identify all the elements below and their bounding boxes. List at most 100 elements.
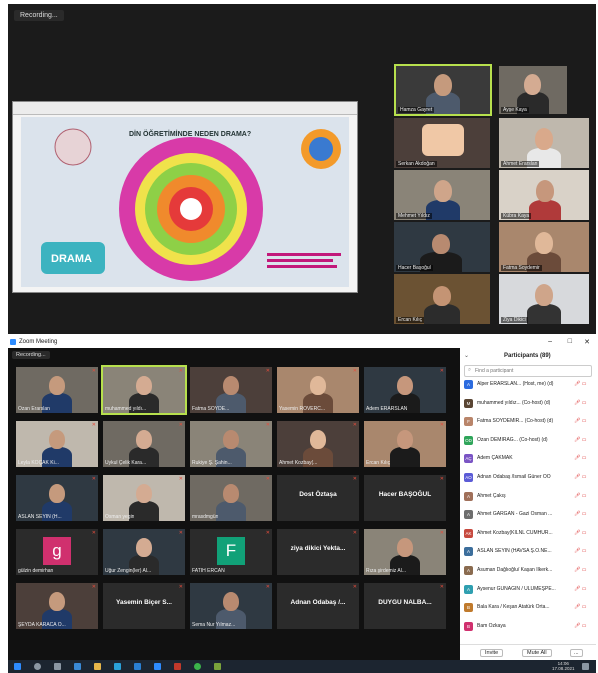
participant-list-item[interactable]: A Ahmet GARGAN - Gazi Osman ... 🎤︎ ▭ [464, 508, 592, 521]
participant-name: Ercan Kılıç [396, 317, 425, 323]
participant-tile[interactable]: Uğur Zengin(ler) Al... ✕ [103, 529, 185, 575]
zoom-app-icon[interactable] [154, 663, 161, 670]
windows-taskbar: 14:06 17.08.2021 [8, 660, 596, 673]
participant-list-item[interactable]: A Aysenur GÜNAĞIN / ULUMEŞPE... 🎤︎ ▭ [464, 583, 592, 596]
participant-tile[interactable]: muhammed yıldı... ✕ [101, 365, 187, 415]
participant-list-item[interactable]: B Bala Kara / Keşan Atatürk Orta... 🎤︎ ▭ [464, 601, 592, 614]
participant-list-item[interactable]: Mmuhammed yıldız... (Co-host) (d) 🎤︎ ▭ [464, 397, 592, 410]
participant-tile[interactable]: Ahmet Erarslan [499, 118, 589, 168]
participant-tile[interactable]: F FATİH ERCAN ✕ [190, 529, 272, 575]
participant-name: muhammed yıldı... [105, 406, 147, 412]
participant-tile[interactable]: Kübra Kaya [499, 170, 589, 220]
participant-tile[interactable]: Ayşe Kaya [499, 66, 567, 114]
participant-list-item[interactable]: AÇ Adem ÇAKMAK 🎤︎ ▭ [464, 452, 592, 465]
minimize-icon[interactable]: – [548, 338, 552, 345]
participant-tile[interactable]: g gülzin demirhan ✕ [16, 529, 98, 575]
muted-mic-icon: ✕ [178, 368, 183, 374]
muted-mic-camera-icon: 🎤︎ ▭ [574, 529, 587, 536]
participant-search[interactable]: ⌕ [464, 365, 592, 377]
participant-list-item[interactable]: B Bam Özkaya 🎤︎ ▭ [464, 620, 592, 633]
participant-tile[interactable]: ŞEYDA KARACA Ö... ✕ [16, 583, 98, 629]
mail-icon[interactable] [134, 663, 141, 670]
notifications-icon[interactable] [582, 663, 589, 670]
invite-button[interactable]: Invite [480, 649, 504, 657]
participant-avatar: A [464, 547, 473, 557]
participant-tile[interactable]: Dost Öztaşa ✕ [277, 475, 359, 521]
participant-tile[interactable]: Ahmet Kozbay(... ✕ [277, 421, 359, 467]
muted-mic-icon: ✕ [439, 422, 444, 428]
participant-tile[interactable]: Adnan Odabaş /... ✕ [277, 583, 359, 629]
maximize-icon[interactable]: □ [568, 338, 572, 345]
muted-mic-camera-icon: 🎤︎ ▭ [574, 585, 587, 592]
muted-mic-icon: ✕ [439, 476, 444, 482]
participant-search-input[interactable] [475, 366, 585, 375]
participant-tile[interactable]: Hacer Başoğul [394, 222, 490, 272]
clock[interactable]: 14:06 17.08.2021 [552, 661, 575, 671]
participant-avatar: g [43, 537, 71, 565]
participant-tile[interactable]: ziya dikici Yekta... ✕ [277, 529, 359, 575]
edge-icon[interactable] [74, 663, 81, 670]
muted-mic-camera-icon: 🎤︎ ▭ [574, 418, 587, 425]
participant-display-name: ziya dikici Yekta... [290, 545, 346, 552]
participant-tile[interactable]: Yasemin ROVERC... ✕ [277, 367, 359, 413]
participant-list-item[interactable]: A ASLAN SEYİN (HAVSA Ş.Ö.NE... 🎤︎ ▭ [464, 545, 592, 558]
participant-tile[interactable]: Leyla KOÇAK Ki... ✕ [16, 421, 98, 467]
participant-tile[interactable]: Hamza Gayret [394, 64, 492, 116]
participant-name: Ercan Kılıç [366, 460, 391, 466]
start-icon[interactable] [14, 663, 21, 670]
participant-tile[interactable]: Yasemin Biçer S... ✕ [103, 583, 185, 629]
participant-tile[interactable]: Fatma Soydemir [499, 222, 589, 272]
store-icon[interactable] [114, 663, 121, 670]
participant-tile[interactable]: Hacer BAŞOĞUL ✕ [364, 475, 446, 521]
participant-tile[interactable]: Rıza şirdemiz Al... ✕ [364, 529, 446, 575]
participant-name: Ahmet Kozbay(... [279, 460, 318, 466]
app-icon[interactable] [214, 663, 221, 670]
participant-display-name: Hacer BAŞOĞUL [378, 491, 432, 498]
participant-list-item[interactable]: A Ahmet Çakış 🎤︎ ▭ [464, 490, 592, 503]
participant-tile[interactable]: Sema Nur Yılmaz... ✕ [190, 583, 272, 629]
powerpoint-icon[interactable] [174, 663, 181, 670]
more-button[interactable]: ... [570, 649, 583, 657]
participant-list-item[interactable]: AK Ahmet Kozbay(KILNL CUMHUR... 🎤︎ ▭ [464, 527, 592, 540]
participant-face [310, 430, 326, 449]
participant-tile[interactable]: Ziya Dikici [499, 274, 589, 324]
participant-tile[interactable]: Adem ERARSLAN ✕ [364, 367, 446, 413]
participant-list-item[interactable]: A Alper ERARSLAN... (Host, me) (d) 🎤︎ ▭ [464, 378, 592, 391]
participant-tile[interactable]: mrasdmgün ✕ [190, 475, 272, 521]
participant-name: Hacer Başoğul [396, 265, 433, 271]
muted-mic-icon: ✕ [265, 422, 270, 428]
mute-all-button[interactable]: Mute All [522, 649, 552, 657]
participant-tile[interactable]: Serkan Akdoğan [394, 118, 490, 168]
muted-mic-icon: ✕ [352, 530, 357, 536]
participant-tile[interactable]: Osman yegin ✕ [103, 475, 185, 521]
participant-face [136, 430, 152, 449]
participant-display-name: DUYGU NALBA... [378, 599, 432, 606]
participant-tile[interactable]: Fatma SOYDE... ✕ [190, 367, 272, 413]
participant-list-item[interactable]: F Fatma SOYDEMİR... (Co-host) (d) 🎤︎ ▭ [464, 415, 592, 428]
participant-display-name: Adnan Odabaş /... [290, 599, 346, 606]
participant-list-item[interactable]: OD Ozan DEMİRAĞ... (Co-host) (d) 🎤︎ ▭ [464, 434, 592, 447]
close-icon[interactable]: ✕ [584, 338, 590, 346]
participant-name: Asuman Dağlıoğlu/ Kaşan İlkerk... [477, 567, 553, 573]
participant-list-item[interactable]: A Asuman Dağlıoğlu/ Kaşan İlkerk... 🎤︎ ▭ [464, 564, 592, 577]
participant-face [136, 376, 152, 395]
participant-face [49, 430, 65, 449]
participant-tile[interactable]: DUYGU NALBA... ✕ [364, 583, 446, 629]
file-explorer-icon[interactable] [94, 663, 101, 670]
participant-name: Mehmet Yıldız [396, 213, 432, 219]
participant-tile[interactable]: Ercan Kılıç [394, 274, 490, 324]
participant-tile[interactable]: ASLAN SEYİN (H... ✕ [16, 475, 98, 521]
search-icon[interactable] [34, 663, 41, 670]
participant-name: Yasemin ROVERC... [279, 406, 326, 412]
muted-mic-camera-icon: 🎤︎ ▭ [574, 604, 587, 611]
participant-tile[interactable]: Uykul Çelik Kara... ✕ [103, 421, 185, 467]
chrome-icon[interactable] [194, 663, 201, 670]
participant-tile[interactable]: Ercan Kılıç ✕ [364, 421, 446, 467]
task-view-icon[interactable] [54, 663, 61, 670]
participant-tile[interactable]: Ozan Erarslan ✕ [16, 367, 98, 413]
participant-tile[interactable]: Rukiye Ş. Şahin... ✕ [190, 421, 272, 467]
collapse-chevron-icon[interactable]: ⌄ [464, 352, 469, 359]
participant-list-item[interactable]: AO Adnan Odabaş /İsmail Güner OO 🎤︎ ▭ [464, 471, 592, 484]
participant-tile[interactable]: Mehmet Yıldız [394, 170, 490, 220]
gallery-view: Recording... Ozan Erarslan ✕ muhammed yıld… [8, 348, 460, 660]
